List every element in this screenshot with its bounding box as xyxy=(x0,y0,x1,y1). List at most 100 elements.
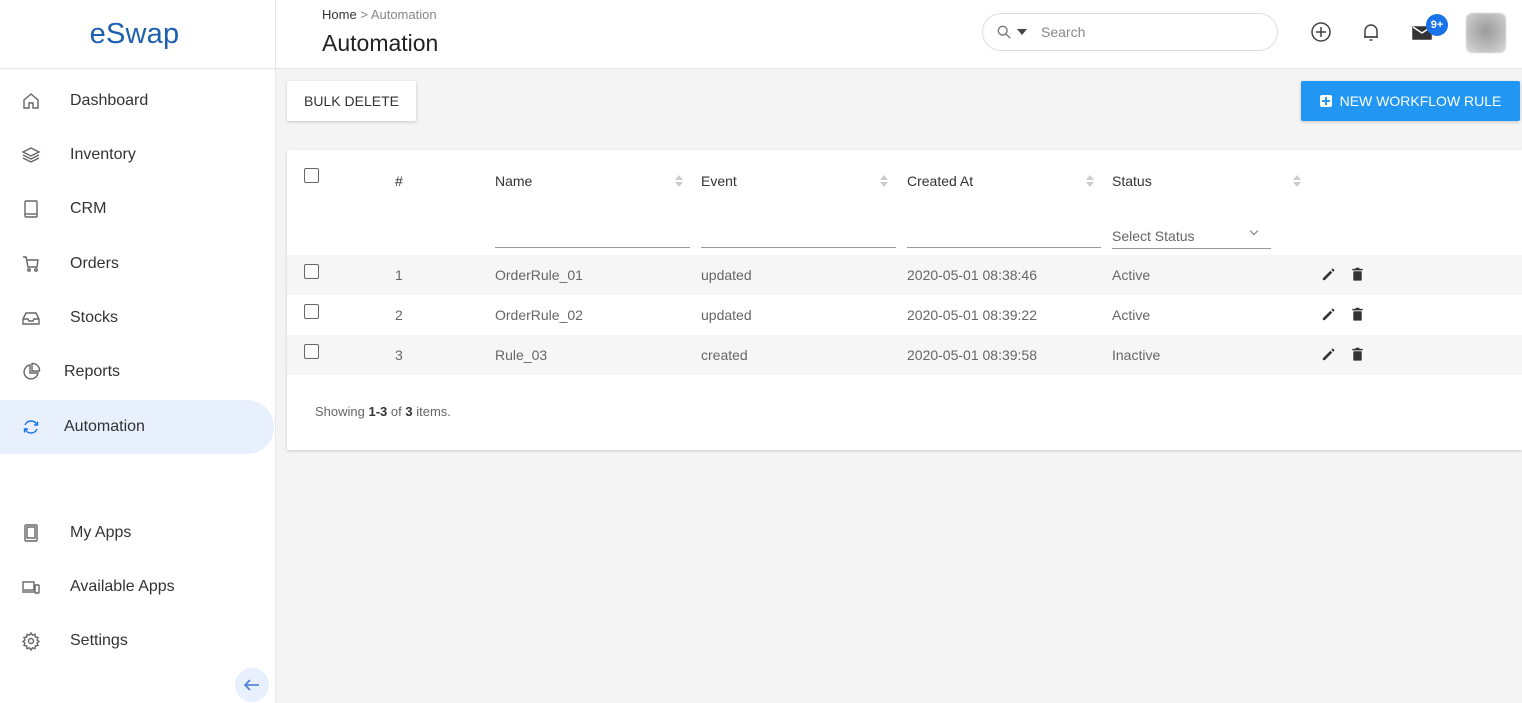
cell-status: Active xyxy=(1112,267,1151,283)
sidebar: eSwap Dashboard Inventory CRM Orders Sto… xyxy=(0,0,276,703)
edit-icon[interactable] xyxy=(1321,347,1336,362)
breadcrumb-home[interactable]: Home xyxy=(322,7,357,22)
table-row: 3 Rule_03 created 2020-05-01 08:39:58 In… xyxy=(287,335,1522,375)
sidebar-item-label: Stocks xyxy=(70,309,119,326)
sort-icon[interactable] xyxy=(675,174,683,188)
sync-icon xyxy=(20,416,42,438)
name-filter-input[interactable] xyxy=(495,247,690,248)
column-header-status[interactable]: Status xyxy=(1112,173,1152,189)
cell-name: OrderRule_02 xyxy=(495,307,583,323)
column-header-event[interactable]: Event xyxy=(701,173,737,189)
row-checkbox[interactable] xyxy=(304,264,319,279)
breadcrumb: Home > Automation xyxy=(322,7,437,22)
trash-icon[interactable] xyxy=(1350,347,1365,362)
sidebar-item-label: Settings xyxy=(70,632,128,649)
created-at-filter-input[interactable] xyxy=(907,247,1101,248)
bell-icon[interactable] xyxy=(1357,18,1385,46)
column-header-num: # xyxy=(395,173,403,189)
table-row: 2 OrderRule_02 updated 2020-05-01 08:39:… xyxy=(287,295,1522,335)
table-row: 1 OrderRule_01 updated 2020-05-01 08:38:… xyxy=(287,255,1522,295)
edit-icon[interactable] xyxy=(1321,307,1336,322)
column-header-created-at[interactable]: Created At xyxy=(907,173,973,189)
gear-icon xyxy=(20,630,42,652)
app-logo[interactable]: eSwap xyxy=(0,0,275,69)
cell-event: updated xyxy=(701,307,752,323)
sidebar-item-label: Available Apps xyxy=(70,578,175,595)
sidebar-item-label: My Apps xyxy=(70,524,132,541)
sidebar-item-inventory[interactable]: Inventory xyxy=(0,128,274,182)
sidebar-item-label: Inventory xyxy=(70,146,136,163)
tablet-icon xyxy=(20,522,42,544)
new-workflow-rule-button[interactable]: NEW WORKFLOW RULE xyxy=(1301,81,1520,121)
book-icon xyxy=(20,198,42,220)
breadcrumb-current: Automation xyxy=(370,7,437,22)
sidebar-item-settings[interactable]: Settings xyxy=(0,614,274,668)
cell-name: Rule_03 xyxy=(495,347,548,363)
sidebar-item-automation[interactable]: Automation xyxy=(0,400,274,454)
avatar[interactable] xyxy=(1466,13,1506,53)
cell-status: Inactive xyxy=(1112,347,1161,363)
rules-table: # Name Event Created At Status Select St… xyxy=(287,150,1522,450)
collapse-sidebar-button[interactable] xyxy=(235,668,269,702)
edit-icon[interactable] xyxy=(1321,267,1336,282)
home-icon xyxy=(20,90,42,112)
top-header: Home > Automation Automation 9+ xyxy=(276,0,1522,69)
sidebar-item-reports[interactable]: Reports xyxy=(0,345,274,399)
summary-of: of xyxy=(390,404,402,419)
cell-event: updated xyxy=(701,267,752,283)
sort-icon[interactable] xyxy=(880,174,888,188)
search-icon[interactable] xyxy=(997,25,1011,39)
trash-icon[interactable] xyxy=(1350,267,1365,282)
row-checkbox[interactable] xyxy=(304,344,319,359)
sidebar-item-label: Dashboard xyxy=(70,92,149,109)
summary-range: 1-3 xyxy=(368,404,388,419)
sidebar-item-dashboard[interactable]: Dashboard xyxy=(0,74,274,128)
sort-icon[interactable] xyxy=(1293,174,1301,188)
chevron-down-icon xyxy=(1249,226,1259,236)
cell-created-at: 2020-05-01 08:39:58 xyxy=(907,347,1037,363)
search-input[interactable] xyxy=(1041,24,1241,40)
status-filter-placeholder: Select Status xyxy=(1112,228,1195,244)
cell-num: 3 xyxy=(395,347,403,363)
cart-icon xyxy=(20,253,42,275)
sidebar-item-label: CRM xyxy=(70,200,107,217)
sidebar-item-label: Reports xyxy=(64,363,121,380)
plus-square-icon xyxy=(1319,95,1332,107)
cell-created-at: 2020-05-01 08:38:46 xyxy=(907,267,1037,283)
notification-badge: 9+ xyxy=(1426,14,1448,36)
search-scope-dropdown[interactable] xyxy=(1017,29,1027,35)
cell-event: created xyxy=(701,347,748,363)
select-all-checkbox[interactable] xyxy=(304,168,319,183)
summary-total: 3 xyxy=(405,404,413,419)
sidebar-item-label: Orders xyxy=(70,255,119,272)
sidebar-item-stocks[interactable]: Stocks xyxy=(0,291,274,345)
sidebar-item-crm[interactable]: CRM xyxy=(0,182,274,236)
trash-icon[interactable] xyxy=(1350,307,1365,322)
sidebar-item-available-apps[interactable]: Available Apps xyxy=(0,560,274,614)
cell-status: Active xyxy=(1112,307,1151,323)
cell-created-at: 2020-05-01 08:39:22 xyxy=(907,307,1037,323)
cell-num: 2 xyxy=(395,307,403,323)
sort-icon[interactable] xyxy=(1086,174,1094,188)
summary-prefix: Showing xyxy=(315,404,365,419)
devices-icon xyxy=(20,576,42,598)
layers-icon xyxy=(20,144,42,166)
pagination-summary: Showing 1-3 of 3 items. xyxy=(315,404,451,419)
event-filter-input[interactable] xyxy=(701,247,896,248)
bulk-delete-button[interactable]: BULK DELETE xyxy=(287,81,416,121)
search-box[interactable] xyxy=(982,13,1278,51)
cell-num: 1 xyxy=(395,267,403,283)
cell-name: OrderRule_01 xyxy=(495,267,583,283)
add-circle-icon[interactable] xyxy=(1307,18,1335,46)
sidebar-item-my-apps[interactable]: My Apps xyxy=(0,506,274,560)
sidebar-item-label: Automation xyxy=(64,418,145,435)
arrow-left-icon xyxy=(243,679,259,691)
sidebar-item-orders[interactable]: Orders xyxy=(0,237,274,291)
summary-suffix: items. xyxy=(416,404,451,419)
new-workflow-rule-label: NEW WORKFLOW RULE xyxy=(1339,93,1502,109)
row-checkbox[interactable] xyxy=(304,304,319,319)
column-header-name[interactable]: Name xyxy=(495,173,532,189)
inbox-icon xyxy=(20,307,42,329)
status-filter-select[interactable]: Select Status xyxy=(1112,222,1271,249)
page-title: Automation xyxy=(322,30,439,56)
